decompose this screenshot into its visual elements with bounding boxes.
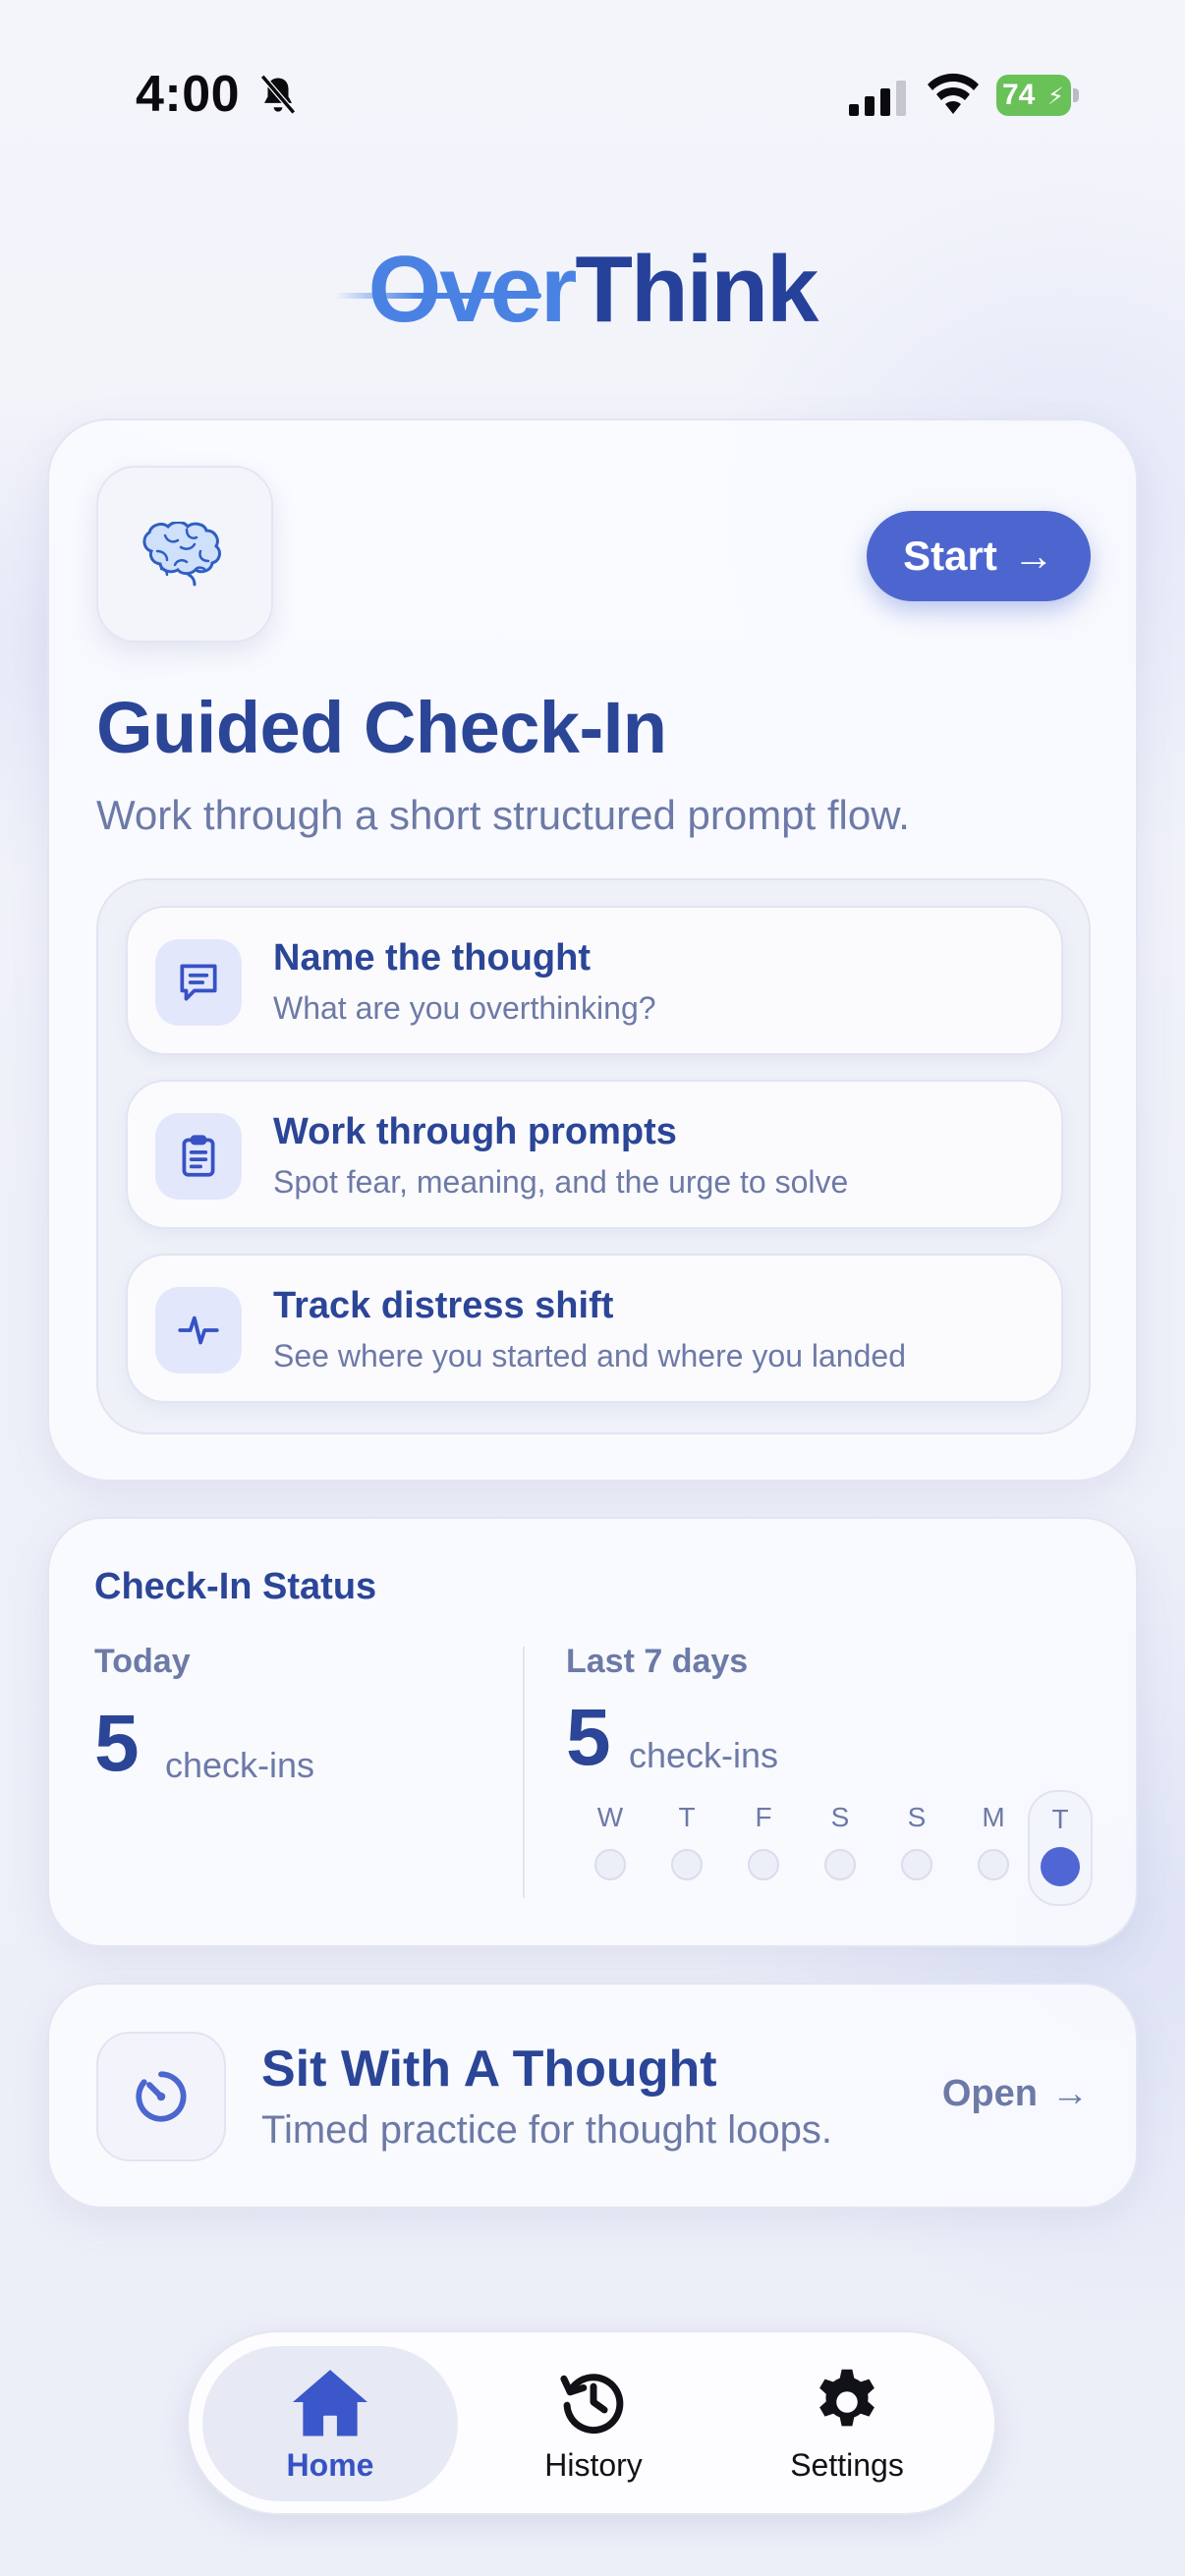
week-label: Last 7 days <box>566 1643 749 1680</box>
logo-over-text: Over <box>367 237 578 342</box>
checkin-status-card: Check-In Status Today 5 check-ins Last 7… <box>47 1517 1138 1947</box>
today-count: 5 <box>94 1699 140 1788</box>
tab-bar: Home History Settings <box>187 2330 996 2515</box>
step-title: Work through prompts <box>273 1111 677 1152</box>
tab-label: Home <box>286 2446 374 2483</box>
step-work-prompts[interactable]: Work through prompts Spot fear, meaning,… <box>126 1080 1063 1229</box>
tab-label: Settings <box>790 2446 904 2483</box>
tab-label: History <box>544 2446 643 2483</box>
step-title: Name the thought <box>273 937 591 979</box>
battery-charging-icon: 74 ⚡ <box>996 75 1079 116</box>
status-divider <box>523 1647 525 1898</box>
timer-icon <box>96 2032 226 2161</box>
day-letter: W <box>596 1802 624 1832</box>
logo-strike-line <box>334 293 541 299</box>
pulse-icon <box>155 1287 242 1373</box>
day-indicator: M <box>959 1802 1028 1880</box>
day-dot <box>594 1849 626 1880</box>
tab-history[interactable]: History <box>466 2346 721 2501</box>
gear-icon <box>819 2369 875 2426</box>
wifi-icon <box>928 73 979 114</box>
status-time: 4:00 <box>136 66 241 123</box>
day-letter: M <box>982 1802 1005 1832</box>
guided-checkin-card: Start → Guided Check-In Work through a s… <box>47 419 1138 1482</box>
clipboard-icon <box>155 1113 242 1200</box>
tab-settings[interactable]: Settings <box>719 2346 975 2501</box>
week-unit: check-ins <box>629 1735 779 1775</box>
step-track-distress[interactable]: Track distress shift See where you start… <box>126 1254 1063 1403</box>
week-day-tracker: W T F S S M T <box>566 1790 1097 1906</box>
status-title: Check-In Status <box>94 1566 377 1607</box>
sit-with-thought-card[interactable]: Sit With A Thought Timed practice for th… <box>47 1983 1138 2209</box>
arrow-right-icon: → <box>1051 2073 1089 2114</box>
day-dot <box>978 1849 1009 1880</box>
today-label: Today <box>94 1643 191 1680</box>
step-desc: Spot fear, meaning, and the urge to solv… <box>273 1164 849 1200</box>
start-button-label: Start <box>903 532 997 579</box>
tab-home[interactable]: Home <box>202 2346 458 2501</box>
day-dot <box>901 1849 932 1880</box>
home-icon <box>293 2369 367 2436</box>
day-letter: F <box>755 1802 772 1832</box>
logo-over: Over <box>334 236 578 344</box>
today-unit: check-ins <box>165 1745 315 1785</box>
day-letter: T <box>1051 1804 1069 1834</box>
sit-title: Sit With A Thought <box>261 2041 717 2098</box>
day-dot <box>748 1849 779 1880</box>
logo-think: Think <box>575 237 818 342</box>
guided-checkin-subtitle: Work through a short structured prompt f… <box>96 792 910 838</box>
day-indicator: S <box>882 1802 951 1880</box>
signal-icon <box>849 81 906 116</box>
message-icon <box>155 939 242 1026</box>
battery-level: 74 <box>1002 79 1036 111</box>
step-desc: See where you started and where you land… <box>273 1338 906 1373</box>
bell-slash-icon <box>259 74 297 115</box>
day-letter: S <box>907 1802 927 1832</box>
step-desc: What are you overthinking? <box>273 990 656 1026</box>
day-letter: T <box>678 1802 696 1832</box>
step-title: Track distress shift <box>273 1285 614 1326</box>
open-button[interactable]: Open → <box>942 2073 1089 2115</box>
history-icon <box>560 2373 624 2434</box>
day-letter: S <box>830 1802 850 1832</box>
day-indicator: S <box>806 1802 875 1880</box>
steps-list: Name the thought What are you overthinki… <box>96 878 1091 1434</box>
week-count: 5 <box>566 1693 611 1782</box>
guided-checkin-title: Guided Check-In <box>96 687 667 768</box>
app-logo: OverThink <box>0 236 1185 344</box>
day-indicator-today: T <box>1028 1790 1093 1906</box>
day-indicator: T <box>652 1802 721 1880</box>
arrow-right-icon: → <box>1012 532 1054 579</box>
bolt-icon: ⚡ <box>1047 84 1064 110</box>
day-dot-active <box>1041 1847 1080 1886</box>
step-name-thought[interactable]: Name the thought What are you overthinki… <box>126 906 1063 1055</box>
day-indicator: W <box>576 1802 645 1880</box>
day-dot <box>671 1849 703 1880</box>
status-bar: 4:00 74 ⚡ <box>0 0 1185 187</box>
open-label: Open <box>941 2073 1038 2114</box>
brain-icon <box>96 466 273 643</box>
day-dot <box>824 1849 856 1880</box>
sit-subtitle: Timed practice for thought loops. <box>261 2108 833 2152</box>
day-indicator: F <box>729 1802 798 1880</box>
start-button[interactable]: Start → <box>867 511 1091 601</box>
